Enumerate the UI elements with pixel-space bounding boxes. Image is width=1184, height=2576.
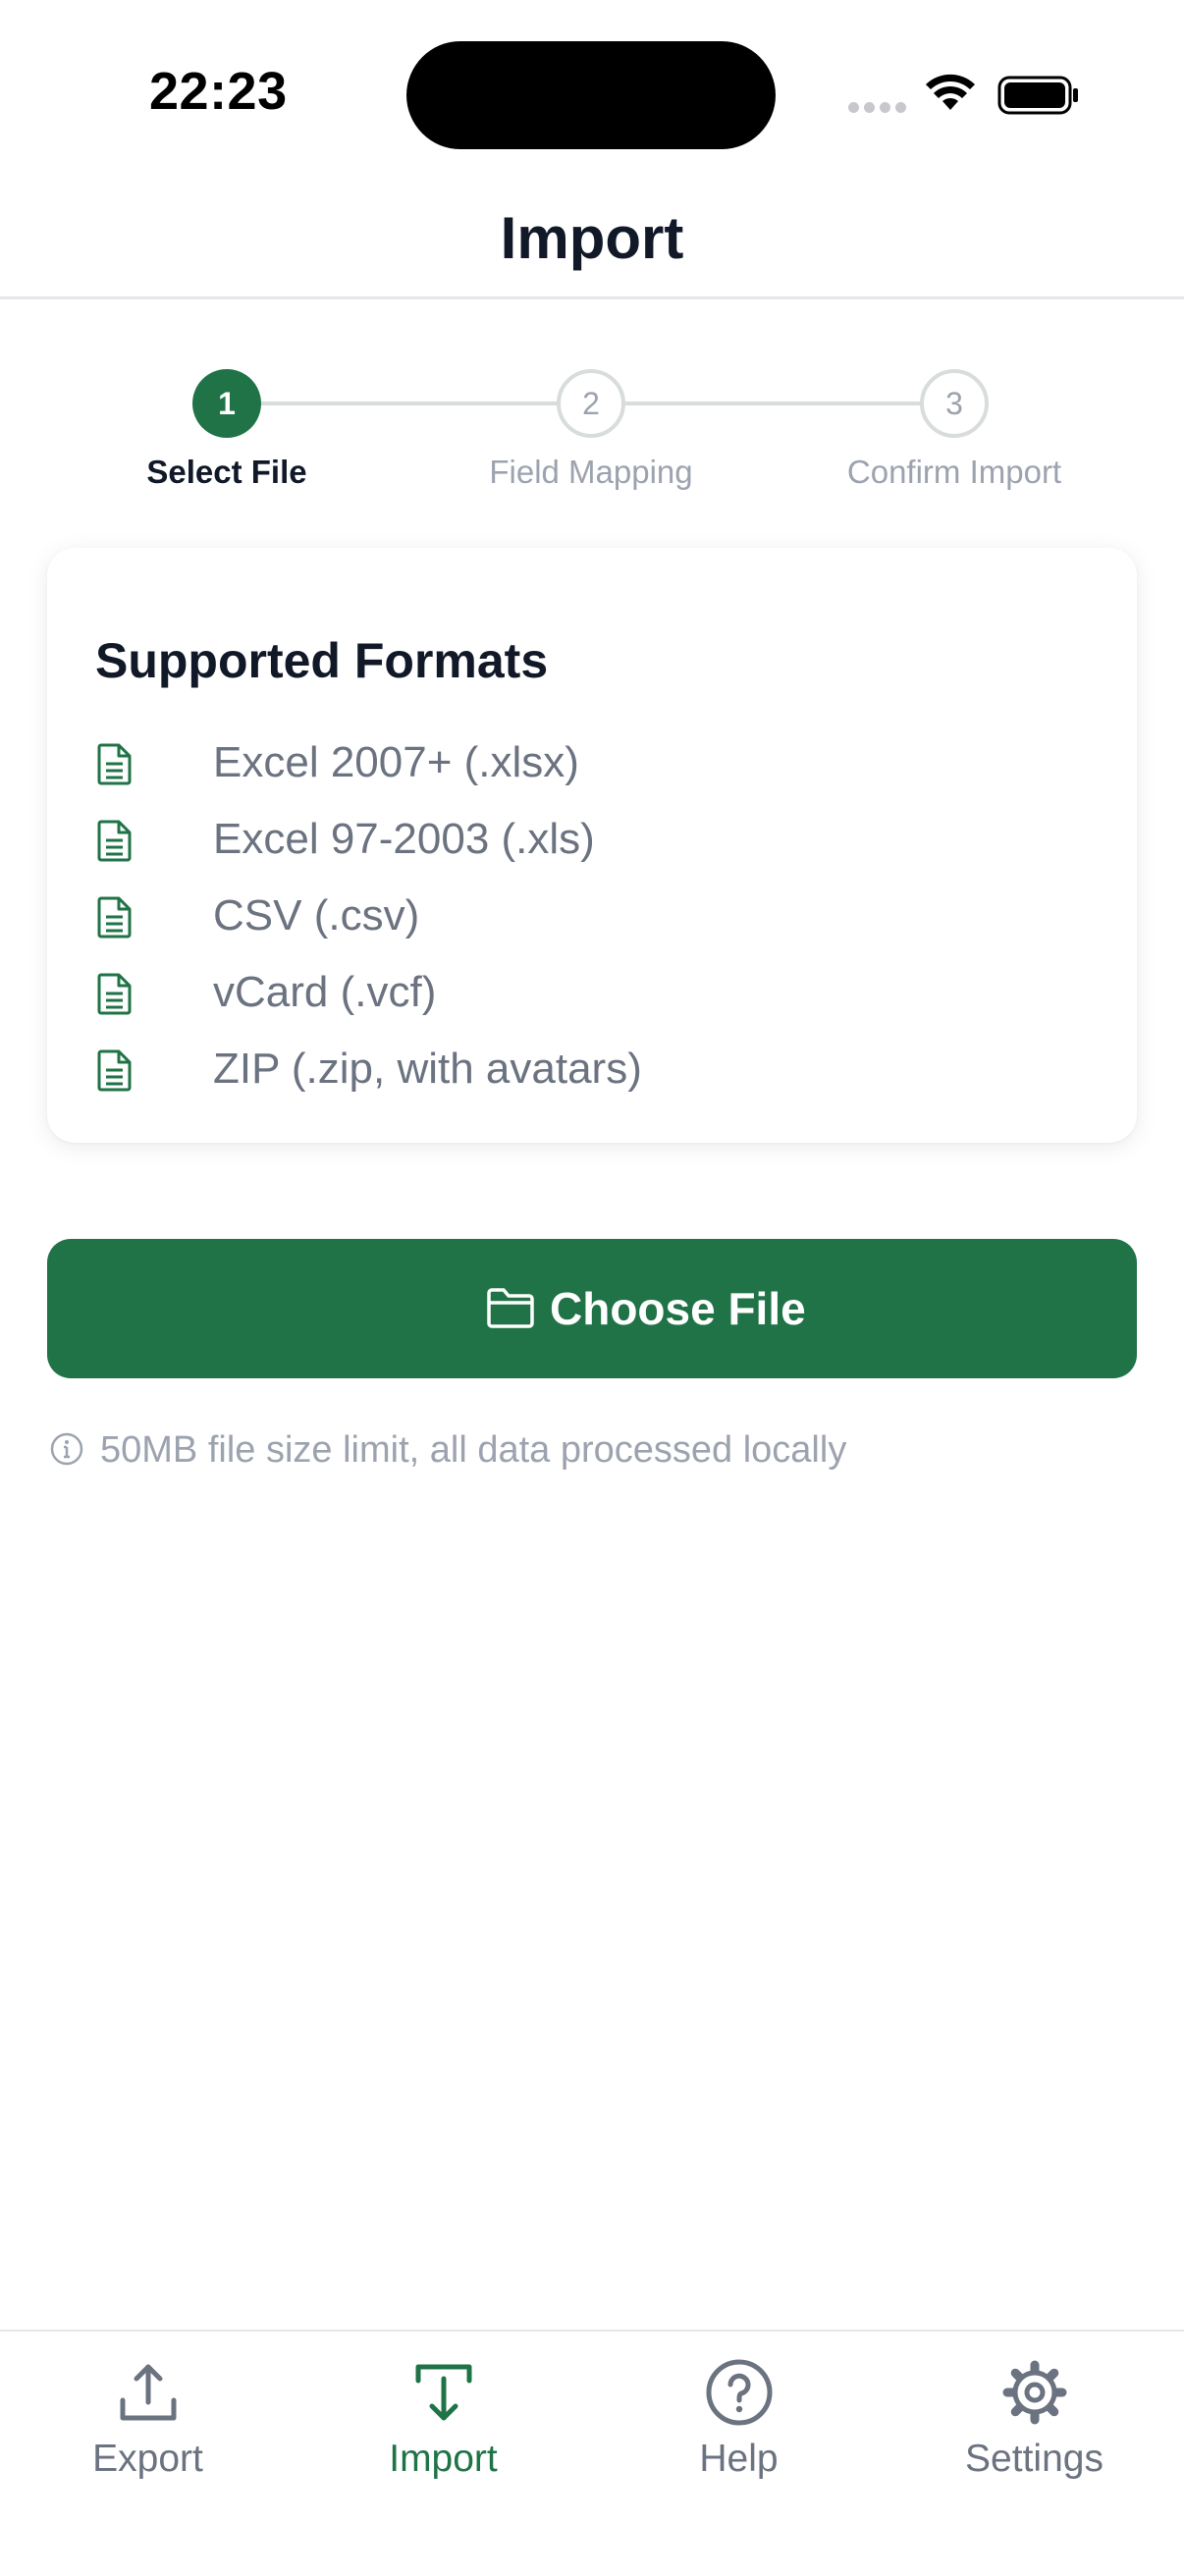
choose-file-button[interactable]: Choose File — [47, 1239, 1137, 1378]
tab-settings-label: Settings — [965, 2438, 1103, 2480]
status-bar: 22:23 — [0, 0, 1184, 187]
format-item: Excel 2007+ (.xlsx) — [95, 734, 1077, 793]
choose-file-label: Choose File — [550, 1283, 806, 1334]
format-item: CSV (.csv) — [95, 887, 1077, 946]
status-time: 22:23 — [149, 62, 288, 121]
tab-export-label: Export — [92, 2438, 203, 2480]
step-1-label: Select File — [146, 454, 307, 490]
supported-formats-card: Supported Formats Excel 2007+ (.xlsx) Ex… — [47, 548, 1137, 1143]
file-limit-note: 50MB file size limit, all data processed… — [49, 1427, 1129, 1476]
tab-export[interactable]: Export — [0, 2332, 296, 2528]
step-connector — [624, 402, 923, 405]
format-label: CSV (.csv) — [213, 891, 420, 939]
format-item: vCard (.vcf) — [95, 964, 1077, 1023]
nav-header: Import — [0, 187, 1184, 299]
help-circle-icon — [706, 2359, 773, 2426]
tab-import[interactable]: Import — [296, 2332, 591, 2528]
import-stepper: 1 2 3 Select File Field Mapping Confirm … — [0, 363, 1184, 501]
tab-help[interactable]: Help — [591, 2332, 887, 2528]
step-2-label: Field Mapping — [489, 454, 693, 490]
step-3-label: Confirm Import — [846, 454, 1062, 490]
step-1-indicator: 1 — [192, 369, 261, 438]
battery-icon — [997, 76, 1078, 115]
gear-icon — [1002, 2360, 1067, 2425]
document-icon — [97, 743, 132, 785]
step-connector — [261, 402, 560, 405]
info-icon — [50, 1432, 83, 1466]
wifi-icon — [926, 74, 975, 110]
format-item: ZIP (.zip, with avatars) — [95, 1041, 1077, 1100]
document-icon — [97, 820, 132, 862]
format-label: Excel 2007+ (.xlsx) — [213, 738, 579, 786]
format-label: vCard (.vcf) — [213, 968, 437, 1016]
download-icon — [415, 2364, 472, 2421]
note-text: 50MB file size limit, all data processed… — [100, 1429, 847, 1471]
cellular-signal-icon — [848, 102, 907, 116]
format-label: ZIP (.zip, with avatars) — [213, 1045, 642, 1093]
document-icon — [97, 973, 132, 1015]
format-item: Excel 97-2003 (.xls) — [95, 811, 1077, 870]
step-2-indicator: 2 — [557, 369, 625, 438]
page-title: Import — [500, 205, 684, 271]
tab-import-label: Import — [389, 2438, 498, 2480]
card-title: Supported Formats — [95, 633, 549, 688]
document-icon — [97, 1049, 132, 1092]
tab-help-label: Help — [699, 2438, 779, 2480]
folder-icon — [487, 1288, 534, 1328]
tab-bar: Export Import Help Settings — [0, 2330, 1184, 2576]
step-3-indicator: 3 — [920, 369, 989, 438]
upload-icon — [120, 2364, 177, 2421]
document-icon — [97, 896, 132, 939]
format-label: Excel 97-2003 (.xls) — [213, 815, 595, 863]
tab-settings[interactable]: Settings — [887, 2332, 1182, 2528]
dynamic-island — [406, 41, 776, 149]
